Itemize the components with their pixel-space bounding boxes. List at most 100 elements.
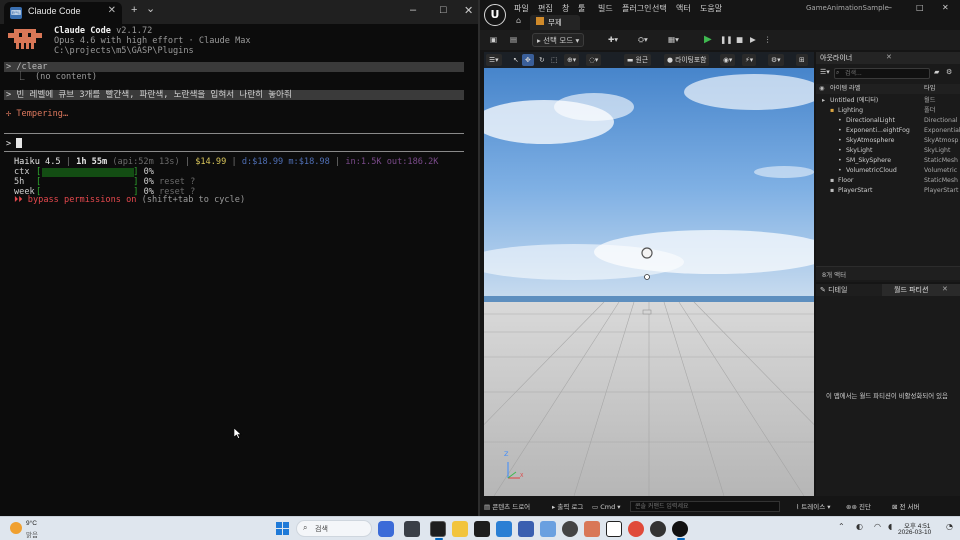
- maximize-button[interactable]: □: [916, 3, 924, 12]
- show-flags-icon[interactable]: ◉▾: [720, 54, 736, 66]
- eject-button[interactable]: ▶: [750, 33, 756, 47]
- rotate-tool-icon[interactable]: ↻: [536, 54, 548, 66]
- move-tool-icon[interactable]: ✥: [522, 54, 534, 66]
- terminal-tab[interactable]: ⌨ Claude Code ✕: [4, 2, 122, 24]
- menu-item[interactable]: 도움말: [700, 3, 722, 14]
- cinematics-icon[interactable]: ▦▾: [668, 33, 679, 47]
- outliner-row[interactable]: ▪ PlayerStart PlayerStart: [816, 186, 960, 196]
- outliner-row[interactable]: • SkyAtmosphere SkyAtmosp: [816, 136, 960, 146]
- menu-item[interactable]: 선택: [652, 3, 667, 14]
- close-tab-icon[interactable]: ✕: [942, 285, 948, 293]
- notion-icon[interactable]: [606, 521, 622, 537]
- outliner-row-type: SkyAtmosp: [924, 137, 959, 144]
- weather-icon[interactable]: [10, 522, 22, 534]
- file-explorer-icon[interactable]: [452, 521, 468, 537]
- tray-overflow-icon[interactable]: ⌃: [838, 522, 845, 531]
- maximize-button[interactable]: □: [440, 4, 447, 16]
- menu-item[interactable]: 편집: [538, 3, 553, 14]
- cmd-selector[interactable]: ▭ Cmd ▾: [592, 502, 621, 512]
- github-icon[interactable]: [650, 521, 666, 537]
- volume-icon[interactable]: ◖: [888, 522, 892, 531]
- pause-button[interactable]: ❚❚: [720, 33, 733, 47]
- close-tab-icon[interactable]: ✕: [886, 53, 892, 61]
- tab-details[interactable]: ✎ 디테일: [820, 285, 847, 295]
- mode-select-button[interactable]: ▸ 선택 모드 ▾: [532, 33, 585, 47]
- app-name: Claude Code: [54, 26, 111, 36]
- claude-app-icon[interactable]: [584, 521, 600, 537]
- close-tab-icon[interactable]: ✕: [108, 5, 116, 16]
- start-button[interactable]: [276, 522, 289, 535]
- menu-item[interactable]: 플러그인: [622, 3, 651, 14]
- outliner-row[interactable]: • VolumetricCloud Volumetric: [816, 166, 960, 176]
- tab-world-partition[interactable]: 월드 파티션 ✕: [882, 284, 960, 296]
- level-viewport[interactable]: Z X ☰▾ ↖ ✥ ↻ ⬚ ⊕▾ ◌▾ ▬ 원근 ● 라이팅포함 ◉▾ ⚡▾ …: [484, 52, 814, 496]
- stop-button[interactable]: ■: [736, 33, 743, 47]
- browse-icon[interactable]: ▤: [510, 33, 517, 47]
- outliner-row[interactable]: ▪ Lighting 폴더: [816, 106, 960, 116]
- minimize-button[interactable]: –: [410, 4, 416, 16]
- notification-icon[interactable]: ◔: [946, 522, 953, 531]
- save-icon[interactable]: ▣: [490, 33, 497, 47]
- close-window-button[interactable]: ✕: [942, 3, 949, 12]
- viewport-menu-icon[interactable]: ☰▾: [486, 54, 502, 66]
- play-button[interactable]: ▶: [704, 33, 712, 47]
- world-space-icon[interactable]: ⊕▾: [564, 54, 580, 66]
- lit-mode-button[interactable]: ● 라이팅포함: [664, 54, 710, 66]
- menu-item[interactable]: 파일: [514, 3, 529, 14]
- tab-dropdown-button[interactable]: ⌄: [146, 2, 155, 15]
- outliner-row[interactable]: • Exponenti...eightFog Exponential: [816, 126, 960, 136]
- terminal-window: ⌨ Claude Code ✕ + ⌄ – □ ✕ Claude Code v2…: [0, 0, 478, 516]
- chatgpt-icon[interactable]: [562, 521, 578, 537]
- level-tab[interactable]: 무제: [530, 15, 580, 30]
- close-window-button[interactable]: ✕: [464, 4, 473, 17]
- outliner-row[interactable]: • SkyLight SkyLight: [816, 146, 960, 156]
- outliner-row[interactable]: • DirectionalLight Directional: [816, 116, 960, 126]
- menu-item[interactable]: 액터: [676, 3, 691, 14]
- trace-button[interactable]: ⌇ 트레이스 ▾: [796, 502, 831, 512]
- prompt-input[interactable]: >: [6, 138, 23, 150]
- viewport-settings-icon[interactable]: ⚙▾: [768, 54, 784, 66]
- select-tool-icon[interactable]: ↖: [510, 54, 522, 66]
- console-input[interactable]: [630, 501, 780, 512]
- notes-app-icon[interactable]: [474, 521, 490, 537]
- output-log-button[interactable]: ▸ 출력 로그: [552, 502, 583, 512]
- unreal-app-icon[interactable]: [672, 521, 688, 537]
- play-options-icon[interactable]: ⋮: [764, 33, 772, 47]
- visual-studio-icon[interactable]: [518, 521, 534, 537]
- menu-item[interactable]: 툴: [578, 3, 585, 14]
- new-tab-button[interactable]: +: [131, 4, 137, 16]
- taskbar-search[interactable]: ⌕ 검색: [296, 520, 372, 537]
- blueprint-icon[interactable]: ⛭▾: [638, 33, 648, 47]
- minimize-button[interactable]: –: [888, 3, 892, 12]
- scale-tool-icon[interactable]: ⬚: [548, 54, 560, 66]
- filter-icon[interactable]: ☰▾: [820, 68, 830, 76]
- app-icon-1[interactable]: [540, 521, 556, 537]
- clock-date[interactable]: 2026-03-10: [898, 529, 931, 536]
- outliner-search-input[interactable]: [834, 68, 930, 79]
- wifi-icon[interactable]: ◠: [874, 522, 881, 531]
- content-drawer-button[interactable]: ▤ 콘텐츠 드로어: [484, 502, 530, 512]
- outliner-tab[interactable]: 아웃라이너 ✕: [816, 52, 960, 64]
- terminal-app-icon[interactable]: [430, 521, 446, 537]
- home-icon[interactable]: ⌂: [516, 16, 521, 25]
- source-control-button[interactable]: ⊠ 전 서버: [892, 502, 920, 512]
- perspective-button[interactable]: ▬ 원근: [624, 54, 652, 66]
- copilot-icon[interactable]: [378, 521, 394, 537]
- outliner-row[interactable]: ▸ Untitled (에디터) 월드: [816, 96, 960, 106]
- chrome-icon[interactable]: [628, 521, 644, 537]
- menu-item[interactable]: 빌드: [598, 3, 613, 14]
- add-actor-icon[interactable]: ✚▾: [608, 33, 618, 47]
- outliner-row[interactable]: • SM_SkySphere StaticMesh: [816, 156, 960, 166]
- unreal-logo-icon[interactable]: U: [484, 4, 506, 26]
- viewport-layout-icon[interactable]: ⊞: [796, 54, 808, 66]
- performance-icon[interactable]: ⚡▾: [742, 54, 757, 66]
- snap-surface-icon[interactable]: ◌▾: [586, 54, 602, 66]
- outliner-row[interactable]: ▪ Floor StaticMesh: [816, 176, 960, 186]
- settings-icon[interactable]: ⚙: [946, 68, 952, 76]
- vscode-icon[interactable]: [496, 521, 512, 537]
- add-folder-icon[interactable]: ▰: [934, 68, 939, 76]
- tray-app-icon[interactable]: ◐: [856, 522, 863, 531]
- derived-data-button[interactable]: ⊛⊛ 진단: [846, 502, 871, 512]
- task-view-icon[interactable]: [404, 521, 420, 537]
- menu-item[interactable]: 창: [562, 3, 569, 14]
